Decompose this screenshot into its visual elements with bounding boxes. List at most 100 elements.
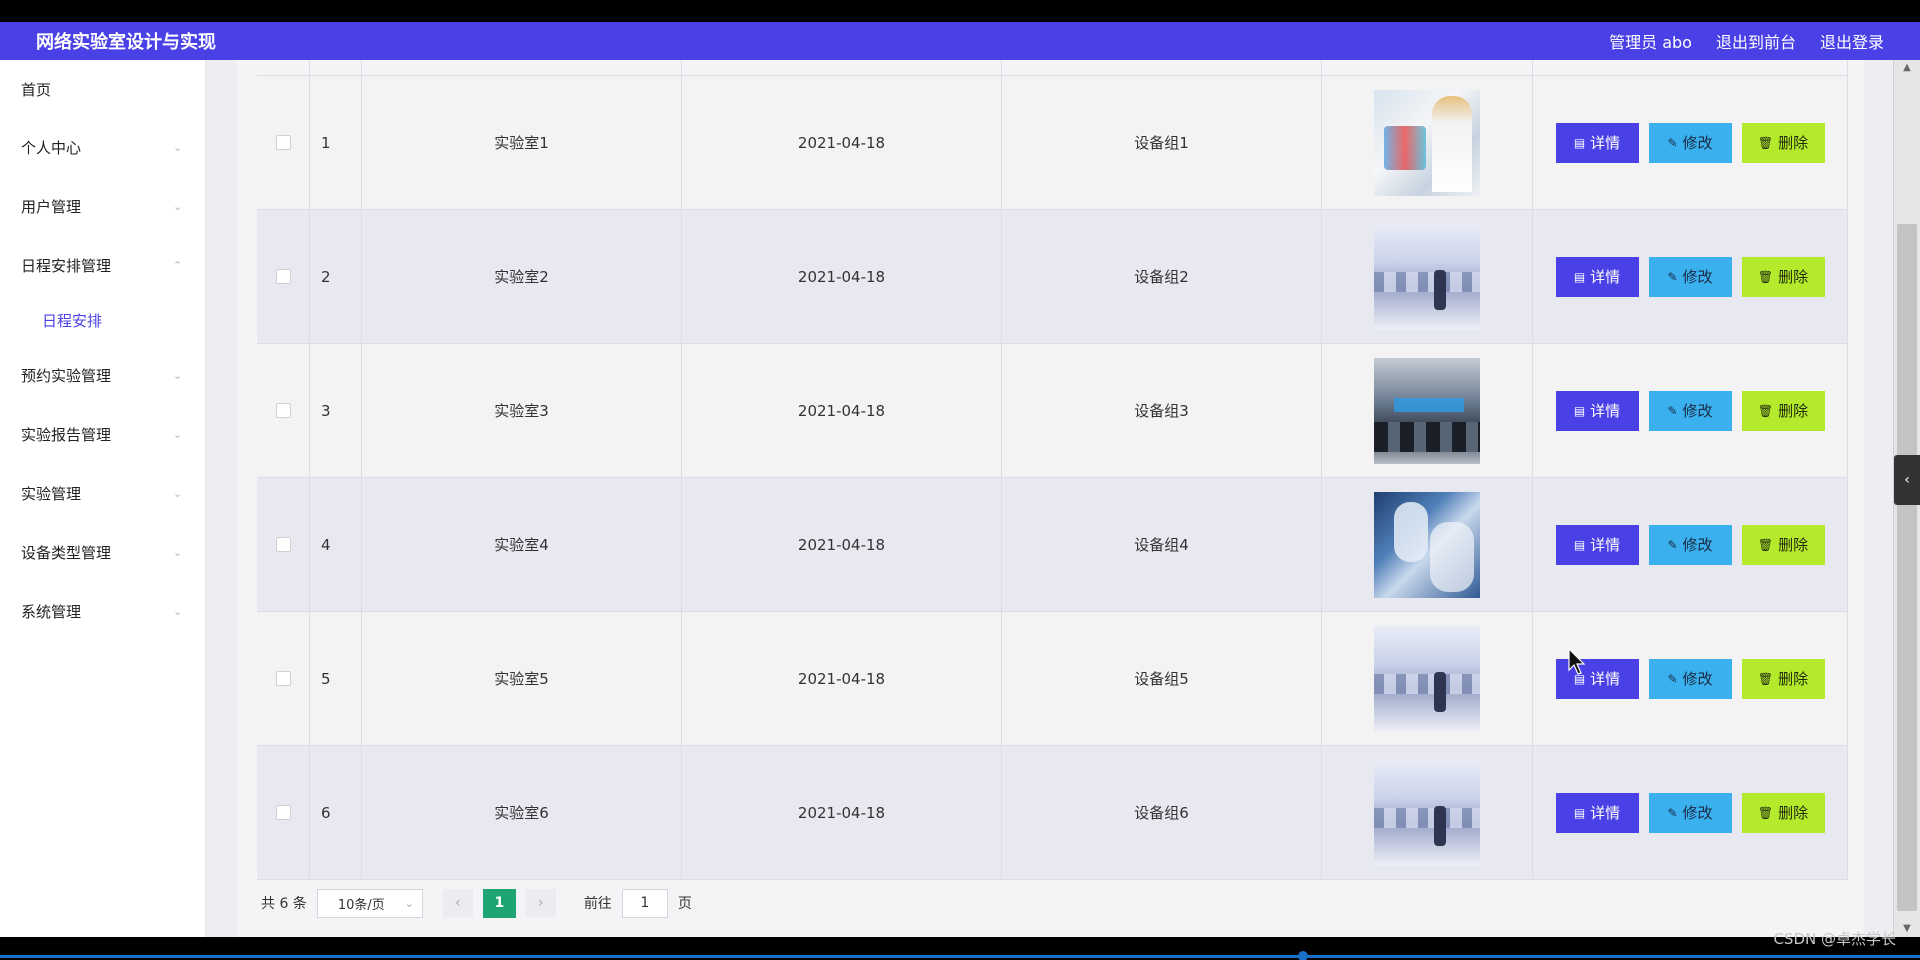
sidebar-item-schedule-management[interactable]: 日程安排管理 ⌃ — [0, 236, 205, 295]
side-panel-toggle-button[interactable]: ‹ — [1894, 455, 1920, 505]
sidebar-item-label: 实验管理 — [21, 485, 82, 503]
row-checkbox[interactable] — [275, 135, 291, 150]
lab-date: 2021-04-18 — [682, 210, 1002, 343]
sidebar-subitem-schedule[interactable]: 日程安排 — [0, 295, 205, 346]
delete-button[interactable]: 🗑 删除 — [1741, 256, 1825, 297]
sidebar-item-label: 日程安排管理 — [21, 257, 112, 275]
delete-button[interactable]: 🗑 删除 — [1741, 524, 1825, 565]
app-header: 网络实验室设计与实现 管理员 abo 退出到前台 退出登录 — [0, 22, 1920, 60]
table-row: 6 实验室6 2021-04-18 设备组6 ▤ 详情 ✎ 修改 🗑 删除 — [257, 746, 1848, 880]
app-body: 首页 个人中心 ⌄ 用户管理 ⌄ 日程安排管理 ⌃ 日程安排 预约实验管理 ⌄ … — [0, 60, 1920, 937]
edit-button[interactable]: ✎ 修改 — [1648, 524, 1732, 565]
chevron-down-icon: ⌄ — [173, 368, 183, 382]
detail-label: 详情 — [1590, 402, 1621, 420]
sidebar-item-personal-center[interactable]: 个人中心 ⌄ — [0, 118, 205, 177]
pencil-icon: ✎ — [1667, 269, 1678, 284]
sidebar-item-label: 首页 — [21, 80, 52, 99]
sidebar-item-label: 用户管理 — [21, 198, 82, 216]
admin-user-label[interactable]: 管理员 abo — [1609, 29, 1692, 53]
sidebar-item-label: 个人中心 — [21, 139, 82, 157]
delete-button[interactable]: 🗑 删除 — [1741, 390, 1825, 431]
exit-to-frontend-link[interactable]: 退出到前台 — [1716, 29, 1796, 53]
sidebar-item-report-management[interactable]: 实验报告管理 ⌄ — [0, 405, 205, 464]
lab-name: 实验室3 — [362, 344, 682, 477]
scrollbar-thumb[interactable] — [1897, 224, 1917, 911]
delete-button[interactable]: 🗑 删除 — [1741, 792, 1825, 833]
edit-label: 修改 — [1682, 804, 1713, 822]
detail-button[interactable]: ▤ 详情 — [1555, 524, 1639, 565]
logout-link[interactable]: 退出登录 — [1820, 29, 1884, 53]
row-checkbox[interactable] — [275, 269, 291, 284]
edit-button[interactable]: ✎ 修改 — [1648, 390, 1732, 431]
chevron-down-icon: ⌄ — [173, 604, 183, 618]
row-checkbox[interactable] — [275, 671, 291, 686]
progress-handle[interactable] — [1298, 951, 1308, 960]
goto-page-input[interactable]: 1 — [621, 888, 668, 918]
row-index: 4 — [310, 478, 362, 611]
row-checkbox[interactable] — [275, 537, 291, 552]
lab-image[interactable] — [1374, 491, 1480, 598]
sidebar-item-device-type-management[interactable]: 设备类型管理 ⌄ — [0, 523, 205, 582]
document-icon: ▤ — [1573, 403, 1586, 418]
edit-label: 修改 — [1682, 268, 1713, 286]
detail-button[interactable]: ▤ 详情 — [1555, 390, 1639, 431]
delete-label: 删除 — [1778, 134, 1809, 152]
video-progress-bar — [0, 937, 1920, 960]
chevron-down-icon: ⌄ — [173, 486, 183, 500]
lab-image[interactable] — [1374, 625, 1480, 732]
delete-button[interactable]: 🗑 删除 — [1741, 122, 1825, 163]
sidebar-item-home[interactable]: 首页 — [0, 60, 205, 118]
scroll-down-arrow-icon[interactable]: ▼ — [1894, 921, 1920, 937]
top-black-bar — [0, 0, 1920, 22]
lab-image-cell — [1322, 344, 1533, 477]
lab-name: 实验室2 — [362, 210, 682, 343]
sidebar: 首页 个人中心 ⌄ 用户管理 ⌄ 日程安排管理 ⌃ 日程安排 预约实验管理 ⌄ … — [0, 60, 206, 937]
edit-button[interactable]: ✎ 修改 — [1648, 256, 1732, 297]
delete-button[interactable]: 🗑 删除 — [1741, 658, 1825, 699]
row-checkbox[interactable] — [275, 403, 291, 418]
prev-page-button[interactable]: ‹ — [442, 889, 473, 917]
edit-button[interactable]: ✎ 修改 — [1648, 122, 1732, 163]
lab-image-cell — [1322, 210, 1533, 343]
lab-name: 实验室4 — [362, 478, 682, 611]
pagination: 共 6 条 10条/页 ⌄ ‹ 1 › 前往 1 页 — [261, 888, 692, 918]
sidebar-item-reservation-management[interactable]: 预约实验管理 ⌄ — [0, 346, 205, 405]
header-nav: 管理员 abo 退出到前台 退出登录 — [1609, 29, 1884, 53]
page-size-select[interactable]: 10条/页 ⌄ — [316, 888, 423, 918]
sidebar-item-user-management[interactable]: 用户管理 ⌄ — [0, 177, 205, 236]
document-icon: ▤ — [1573, 537, 1586, 552]
detail-button[interactable]: ▤ 详情 — [1555, 792, 1639, 833]
page-number-current[interactable]: 1 — [482, 888, 516, 918]
row-checkbox-cell — [257, 478, 310, 611]
device-group: 设备组4 — [1002, 478, 1322, 611]
edit-button[interactable]: ✎ 修改 — [1648, 658, 1732, 699]
row-actions: ▤ 详情 ✎ 修改 🗑 删除 — [1533, 210, 1848, 343]
lab-image[interactable] — [1374, 357, 1480, 464]
trash-icon: 🗑 — [1757, 269, 1774, 284]
row-checkbox[interactable] — [275, 805, 291, 820]
scroll-up-arrow-icon[interactable]: ▲ — [1894, 60, 1920, 76]
sidebar-item-system-management[interactable]: 系统管理 ⌄ — [0, 582, 205, 641]
row-index: 6 — [310, 746, 362, 879]
edit-button[interactable]: ✎ 修改 — [1648, 792, 1732, 833]
chevron-up-icon: ⌃ — [173, 258, 183, 272]
lab-name: 实验室1 — [362, 76, 682, 209]
chevron-down-icon: ⌄ — [404, 896, 414, 910]
row-checkbox-cell — [257, 210, 310, 343]
lab-image[interactable] — [1374, 759, 1480, 866]
lab-image-cell — [1322, 478, 1533, 611]
sidebar-item-experiment-management[interactable]: 实验管理 ⌄ — [0, 464, 205, 523]
device-group: 设备组1 — [1002, 76, 1322, 209]
device-group: 设备组6 — [1002, 746, 1322, 879]
detail-button[interactable]: ▤ 详情 — [1555, 122, 1639, 163]
trash-icon: 🗑 — [1757, 403, 1774, 418]
lab-image[interactable] — [1374, 223, 1480, 330]
table-row: 2 实验室2 2021-04-18 设备组2 ▤ 详情 ✎ 修改 🗑 删除 — [257, 210, 1848, 344]
pencil-icon: ✎ — [1667, 671, 1678, 686]
lab-image[interactable] — [1374, 89, 1480, 196]
detail-button[interactable]: ▤ 详情 — [1555, 256, 1639, 297]
edit-label: 修改 — [1682, 134, 1713, 152]
next-page-button[interactable]: › — [525, 889, 556, 917]
row-checkbox-cell — [257, 612, 310, 745]
mouse-cursor-icon — [1568, 648, 1586, 675]
